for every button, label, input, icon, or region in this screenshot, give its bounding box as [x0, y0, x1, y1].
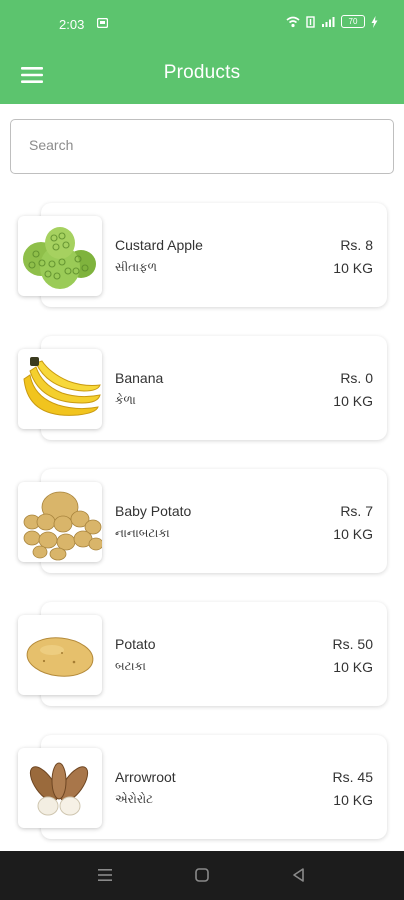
product-local-name: એરોરોટ	[115, 792, 154, 806]
product-local-name: કેળા	[115, 393, 136, 407]
product-quantity: 10 KG	[333, 659, 373, 675]
product-local-name: સીતાફળ	[115, 260, 157, 274]
page-title: Products	[163, 62, 241, 83]
wifi-icon	[286, 16, 300, 27]
product-image	[18, 615, 102, 695]
baby-potato-image	[23, 491, 102, 561]
product-card-arrowroot[interactable]: Arrowroot એરોરોટ Rs. 45 10 KG	[0, 735, 404, 845]
product-quantity: 10 KG	[333, 792, 373, 808]
product-image	[18, 482, 102, 562]
data-icon	[306, 15, 315, 28]
product-name: Arrowroot	[115, 769, 176, 785]
system-navigation-bar	[0, 851, 404, 900]
product-card-custard-apple[interactable]: Custard Apple સીતાફળ Rs. 8 10 KG	[0, 203, 404, 313]
product-name: Banana	[115, 370, 164, 386]
product-name: Custard Apple	[115, 237, 203, 253]
product-quantity: 10 KG	[333, 526, 373, 542]
product-card-banana[interactable]: Banana કેળા Rs. 0 10 KG	[0, 336, 404, 446]
product-price: Rs. 50	[332, 636, 373, 652]
banana-image	[23, 357, 101, 416]
custard-apple-image	[23, 227, 96, 289]
product-name: Baby Potato	[115, 503, 192, 519]
product-image	[18, 748, 102, 828]
search-input[interactable]	[27, 136, 371, 154]
signal-icon	[322, 16, 335, 27]
product-price: Rs. 7	[340, 503, 373, 519]
potato-image	[26, 637, 94, 677]
product-local-name: નાનાબટાકા	[115, 526, 170, 540]
product-price: Rs. 8	[340, 237, 373, 253]
product-name: Potato	[115, 636, 156, 652]
product-image	[18, 216, 102, 296]
product-quantity: 10 KG	[333, 260, 373, 276]
product-price: Rs. 45	[332, 769, 373, 785]
battery-level: 70	[348, 17, 358, 26]
home-icon[interactable]	[194, 867, 210, 883]
notification-icon	[97, 18, 108, 28]
product-quantity: 10 KG	[333, 393, 373, 409]
battery-icon: 70	[341, 15, 365, 28]
charging-icon	[371, 15, 378, 28]
product-price: Rs. 0	[340, 370, 373, 386]
product-local-name: બટાકા	[115, 659, 146, 673]
search-box[interactable]	[10, 119, 394, 174]
status-bar: 2:03 70	[0, 0, 404, 48]
product-card-potato[interactable]: Potato બટાકા Rs. 50 10 KG	[0, 602, 404, 712]
back-icon[interactable]	[291, 867, 307, 883]
product-card-baby-potato[interactable]: Baby Potato નાનાબટાકા Rs. 7 10 KG	[0, 469, 404, 579]
recent-apps-icon[interactable]	[97, 867, 113, 883]
status-icons: 70	[286, 15, 378, 28]
status-time: 2:03	[59, 17, 85, 32]
app-bar: Products	[0, 48, 404, 104]
arrowroot-image	[29, 762, 89, 816]
product-image	[18, 349, 102, 429]
